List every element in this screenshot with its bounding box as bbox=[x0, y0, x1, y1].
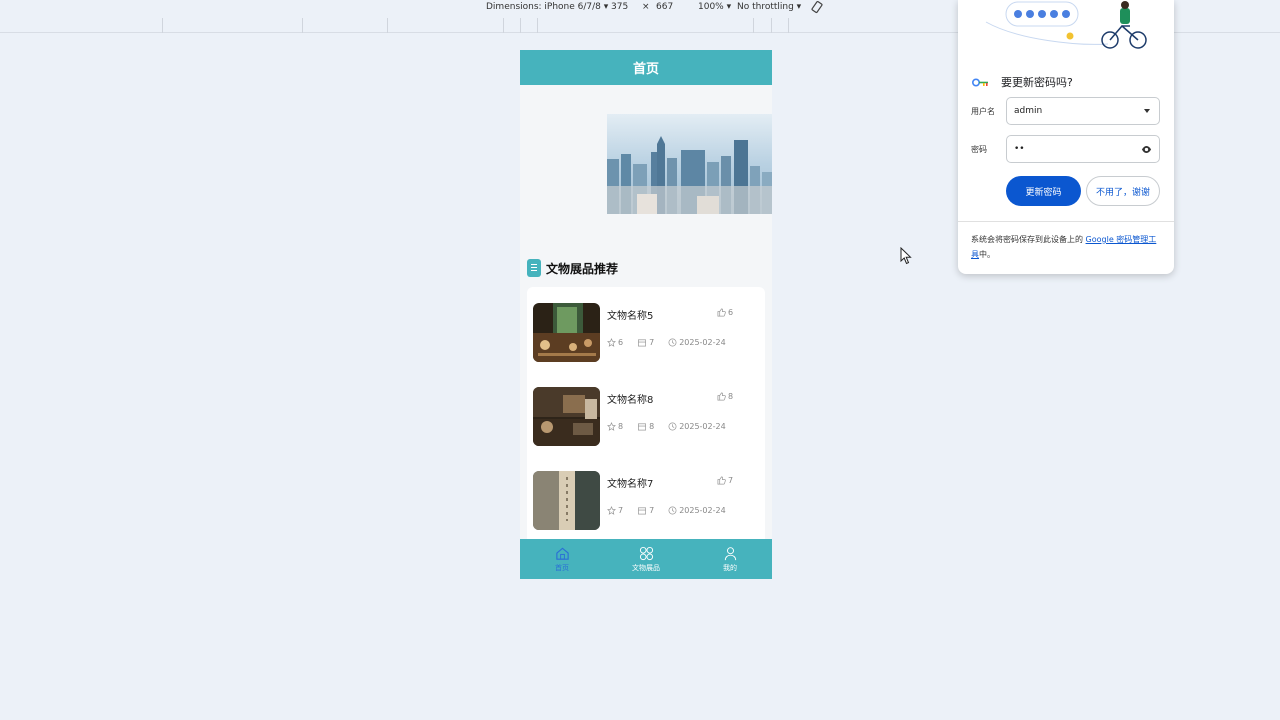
calendar-icon bbox=[638, 423, 647, 431]
exhibit-name: 文物名称5 bbox=[607, 311, 654, 322]
divider bbox=[958, 221, 1174, 222]
city-skyline-image bbox=[607, 114, 772, 214]
tab-profile[interactable]: 我的 bbox=[700, 546, 760, 573]
like-count[interactable]: 8 bbox=[717, 392, 733, 401]
user-icon bbox=[724, 546, 736, 560]
tab-exhibits[interactable]: 文物展品 bbox=[616, 546, 676, 573]
list-item[interactable]: 文物名称7 7 7 7 2025-02-24 bbox=[527, 455, 765, 539]
zoom-dropdown[interactable]: 100% ▾ bbox=[698, 2, 731, 12]
list-icon bbox=[527, 259, 541, 277]
dialog-title: 要更新密码吗? bbox=[972, 74, 1073, 90]
clock-icon bbox=[668, 506, 677, 515]
section-title-text: 文物展品推荐 bbox=[546, 261, 619, 276]
password-label: 密码 bbox=[971, 145, 987, 154]
exhibit-name: 文物名称7 bbox=[607, 479, 654, 490]
home-icon bbox=[555, 547, 569, 560]
favorite-count: 8 bbox=[607, 422, 623, 431]
device-height-input[interactable]: 667 bbox=[656, 2, 673, 12]
calendar-icon bbox=[638, 339, 647, 347]
eye-icon[interactable] bbox=[1141, 144, 1152, 155]
thumbs-up-icon bbox=[717, 476, 726, 485]
thumbs-up-icon bbox=[717, 308, 726, 317]
list-item[interactable]: 文物名称8 8 8 8 2025-02-24 bbox=[527, 371, 765, 455]
exhibit-meta: 8 8 2025-02-24 bbox=[607, 422, 726, 431]
tab-home[interactable]: 首页 bbox=[532, 546, 592, 573]
rotate-icon[interactable] bbox=[810, 0, 824, 14]
password-illustration bbox=[985, 1, 1147, 49]
like-count[interactable]: 7 bbox=[717, 476, 733, 485]
publish-date: 2025-02-24 bbox=[668, 338, 726, 347]
username-select[interactable]: admin bbox=[1006, 97, 1160, 125]
star-icon bbox=[607, 506, 616, 515]
star-icon bbox=[607, 338, 616, 347]
clock-icon bbox=[668, 338, 677, 347]
banner-image[interactable] bbox=[607, 114, 772, 214]
exhibit-meta: 6 7 2025-02-24 bbox=[607, 338, 726, 347]
exhibit-thumbnail bbox=[533, 387, 600, 446]
mobile-viewport: 首页 文物展品推荐 文物名称5 6 6 7 2025-02-24 文物名称8 8… bbox=[520, 50, 772, 579]
thumbs-up-icon bbox=[717, 392, 726, 401]
publish-date: 2025-02-24 bbox=[668, 422, 726, 431]
clock-icon bbox=[668, 422, 677, 431]
section-heading: 文物展品推荐 bbox=[527, 259, 618, 277]
exhibit-meta: 7 7 2025-02-24 bbox=[607, 506, 726, 515]
view-count: 7 bbox=[637, 506, 654, 515]
mouse-cursor-icon bbox=[900, 247, 912, 265]
dimension-separator: × bbox=[642, 2, 650, 12]
favorite-count: 7 bbox=[607, 506, 623, 515]
username-label: 用户名 bbox=[971, 107, 995, 116]
page-title: 首页 bbox=[520, 50, 772, 85]
key-icon bbox=[972, 78, 988, 86]
like-count[interactable]: 6 bbox=[717, 308, 733, 317]
exhibit-thumbnail bbox=[533, 303, 600, 362]
device-dimensions-dropdown[interactable]: Dimensions: iPhone 6/7/8 ▾ bbox=[486, 2, 608, 12]
exhibit-name: 文物名称8 bbox=[607, 395, 654, 406]
password-field[interactable]: •• bbox=[1006, 135, 1160, 163]
update-password-button[interactable]: 更新密码 bbox=[1006, 176, 1081, 206]
no-thanks-button[interactable]: 不用了，谢谢 bbox=[1086, 176, 1160, 206]
calendar-icon bbox=[638, 507, 647, 515]
exhibit-list: 文物名称5 6 6 7 2025-02-24 文物名称8 8 8 8 2025-… bbox=[527, 287, 765, 547]
device-width-input[interactable]: 375 bbox=[611, 2, 628, 12]
list-item[interactable]: 文物名称5 6 6 7 2025-02-24 bbox=[527, 287, 765, 371]
dialog-footer: 系统会将密码保存到此设备上的 Google 密码管理工具中。 bbox=[971, 235, 1157, 259]
throttling-dropdown[interactable]: No throttling ▾ bbox=[737, 2, 801, 12]
star-icon bbox=[607, 422, 616, 431]
publish-date: 2025-02-24 bbox=[668, 506, 726, 515]
grid-icon bbox=[639, 546, 653, 560]
view-count: 8 bbox=[637, 422, 654, 431]
password-update-dialog: 要更新密码吗? 用户名 admin 密码 •• 更新密码 不用了，谢谢 系统会将… bbox=[958, 0, 1174, 274]
bottom-tab-bar: 首页 文物展品 我的 bbox=[520, 539, 772, 579]
favorite-count: 6 bbox=[607, 338, 623, 347]
chevron-down-icon bbox=[1144, 109, 1150, 113]
exhibit-thumbnail bbox=[533, 471, 600, 530]
view-count: 7 bbox=[637, 338, 654, 347]
